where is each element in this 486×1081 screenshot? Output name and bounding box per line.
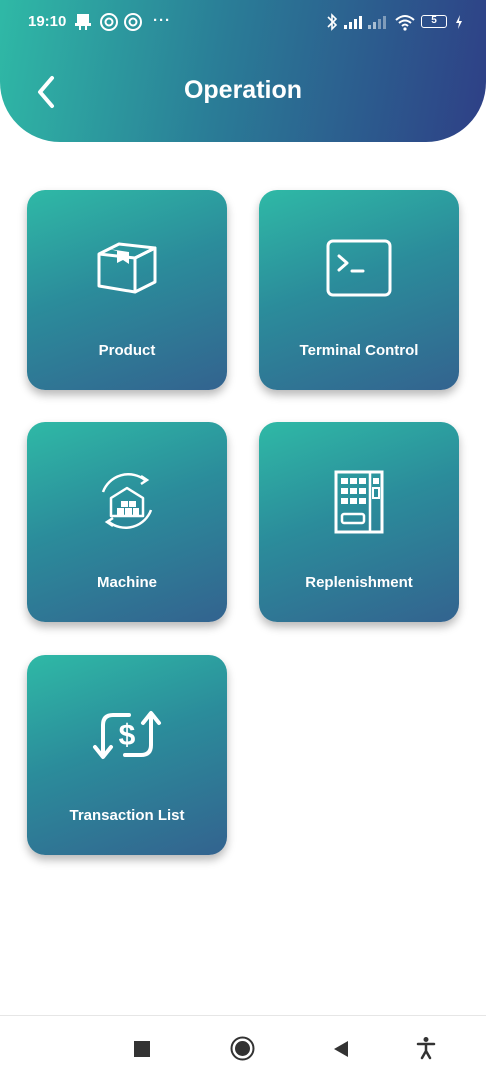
tile-label: Product <box>98 342 156 359</box>
more-notifications-icon: ··· <box>153 12 171 29</box>
tile-label: Transaction List <box>69 807 185 824</box>
signal-weak-icon <box>368 16 386 29</box>
svg-text:$: $ <box>119 719 136 752</box>
notification-target-icon <box>100 13 118 31</box>
page-title: Operation <box>183 76 303 104</box>
dollar-exchange-icon: $ <box>93 711 161 759</box>
box-icon <box>97 242 157 294</box>
charging-icon <box>456 15 462 29</box>
back-triangle-icon[interactable] <box>332 1039 350 1059</box>
accessibility-icon[interactable] <box>416 1036 436 1060</box>
warehouse-icon <box>101 473 153 529</box>
system-nav-bar <box>0 1015 486 1081</box>
terminal-icon <box>326 239 392 297</box>
app-header: 19:10 ··· 5 Operation <box>0 0 486 142</box>
signal-icon <box>344 16 362 29</box>
tile-label: Terminal Control <box>299 342 419 359</box>
tile-label: Replenishment <box>305 574 413 591</box>
notification-app-icon <box>75 14 91 30</box>
recents-square-icon[interactable] <box>133 1040 151 1058</box>
product-tile[interactable]: Product <box>27 190 227 390</box>
status-bar: 19:10 ··· 5 <box>0 0 486 46</box>
machine-tile[interactable]: Machine <box>27 422 227 622</box>
transaction-list-tile[interactable]: $ Transaction List <box>27 655 227 855</box>
bluetooth-icon <box>327 13 338 31</box>
wifi-icon <box>395 15 415 31</box>
terminal-control-tile[interactable]: Terminal Control <box>259 190 459 390</box>
tile-label: Machine <box>96 574 157 591</box>
replenishment-tile[interactable]: Replenishment <box>259 422 459 622</box>
status-time: 19:10 <box>28 13 67 30</box>
home-circle-icon[interactable] <box>230 1036 255 1061</box>
vending-machine-icon <box>334 470 384 534</box>
notification-target-icon <box>124 13 142 31</box>
battery-icon: 5 <box>421 15 447 28</box>
